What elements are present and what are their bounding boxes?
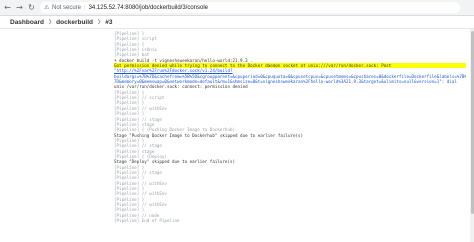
- url-text[interactable]: 34.125.52.74:8080/job/dockerbuild/3/cons…: [89, 5, 208, 11]
- back-arrow-icon[interactable]: ←: [3, 3, 12, 12]
- address-separator: |: [84, 4, 86, 11]
- breadcrumb-dashboard[interactable]: Dashboard: [10, 19, 44, 26]
- breadcrumb: Dashboard ❯ dockerbuild ❯ #3: [0, 16, 474, 29]
- forward-arrow-icon[interactable]: →: [15, 3, 24, 12]
- browser-toolbar: ← → ↻ ⚠ Not secure | 34.125.52.74:8080/j…: [0, 0, 474, 16]
- breadcrumb-job[interactable]: dockerbuild: [56, 19, 93, 26]
- chevron-right-icon: ❯: [47, 19, 53, 25]
- breadcrumb-build[interactable]: #3: [105, 19, 112, 26]
- warning-icon[interactable]: ⚠: [44, 4, 52, 11]
- address-bar[interactable]: ⚠ Not secure | 34.125.52.74:8080/job/doc…: [40, 2, 460, 13]
- chevron-right-icon: ❯: [97, 19, 102, 25]
- console-output: [Pipeline] } [Pipeline] script [Pipeline] …: [114, 31, 466, 242]
- reload-icon[interactable]: ↻: [27, 3, 36, 12]
- security-label[interactable]: Not secure: [52, 5, 81, 11]
- console-line: [Pipeline] End of Pipeline: [114, 218, 180, 224]
